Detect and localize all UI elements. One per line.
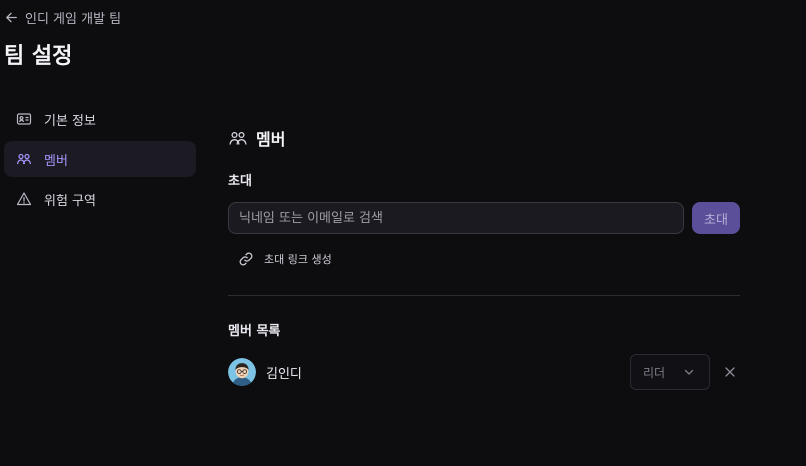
id-card-icon [16, 113, 32, 125]
invite-link-label: 초대 링크 생성 [264, 253, 332, 266]
members-list-label: 멤버 목록 [228, 324, 281, 339]
members-panel: 멤버 초대 초대 초대 링크 생성 멤버 목록 김인디 리더 [228, 124, 740, 390]
member-row: 김인디 리더 [228, 354, 740, 390]
arrow-left-icon [6, 12, 17, 22]
chevron-down-icon [684, 369, 694, 375]
create-invite-link-button[interactable]: 초대 링크 생성 [238, 248, 332, 270]
role-select[interactable]: 리더 [630, 354, 710, 390]
sidebar-item-danger-zone[interactable]: 위험 구역 [4, 181, 196, 217]
sidebar-item-label: 기본 정보 [44, 113, 96, 129]
sidebar: 기본 정보 멤버 위험 구역 [4, 101, 196, 221]
invite-button[interactable]: 초대 [692, 202, 740, 234]
invite-row: 초대 [228, 202, 740, 234]
warning-icon [16, 192, 32, 206]
users-icon [229, 131, 247, 145]
close-icon [725, 367, 735, 377]
member-name: 김인디 [266, 366, 302, 382]
section-header: 멤버 [228, 124, 740, 152]
invite-label: 초대 [228, 174, 252, 189]
divider [228, 295, 740, 296]
member-search-input[interactable] [228, 202, 684, 234]
back-link[interactable]: 인디 게임 개발 팀 [4, 6, 121, 28]
link-icon [239, 252, 253, 266]
sidebar-item-label: 멤버 [44, 153, 68, 169]
section-title: 멤버 [256, 130, 286, 149]
users-icon [16, 153, 32, 165]
remove-member-button[interactable] [720, 362, 740, 382]
page-title: 팀 설정 [4, 44, 73, 69]
back-link-label: 인디 게임 개발 팀 [25, 11, 122, 27]
avatar [228, 358, 256, 386]
sidebar-item-members[interactable]: 멤버 [4, 141, 196, 177]
sidebar-item-basic-info[interactable]: 기본 정보 [4, 101, 196, 137]
sidebar-item-label: 위험 구역 [44, 193, 96, 209]
role-select-value: 리더 [643, 365, 666, 380]
